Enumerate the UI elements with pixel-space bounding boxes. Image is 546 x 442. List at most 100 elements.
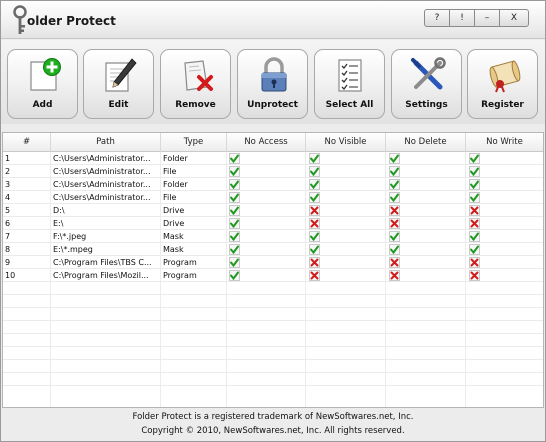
toolbar: Add Edit Remove Unprotect Select All Set… — [1, 40, 545, 124]
cell-num: 7 — [5, 232, 11, 241]
table-row[interactable]: 10 C:\Program Files\Mozil... Program — [3, 269, 543, 282]
cross-icon-no-write[interactable] — [469, 205, 480, 216]
edit-button[interactable]: Edit — [83, 49, 154, 119]
cell-num: 3 — [5, 180, 11, 189]
table-row[interactable]: 1 C:\Users\Administrator... Folder — [3, 152, 543, 165]
table-row[interactable]: 4 C:\Users\Administrator... File — [3, 191, 543, 204]
settings-button[interactable]: Settings — [391, 49, 462, 119]
check-icon-no-visible[interactable] — [309, 166, 320, 177]
check-icon-no-access[interactable] — [229, 179, 240, 190]
cross-icon-no-visible[interactable] — [309, 257, 320, 268]
table-row[interactable]: 7 F:\*.jpeg Mask — [3, 230, 543, 243]
table-row[interactable]: 9 C:\Program Files\TBS C... Program — [3, 256, 543, 269]
column-header-no-write[interactable]: No Write — [466, 133, 543, 152]
cell-num: 6 — [5, 219, 11, 228]
cell-num: 5 — [5, 206, 11, 215]
cell-type: Drive — [163, 206, 185, 215]
cell-type: Folder — [163, 180, 188, 189]
check-icon-no-access[interactable] — [229, 257, 240, 268]
table-row[interactable]: 8 E:\*.mpeg Mask — [3, 243, 543, 256]
check-icon-no-visible[interactable] — [309, 153, 320, 164]
check-icon-no-delete[interactable] — [389, 192, 400, 203]
footer: Folder Protect is a registered trademark… — [1, 408, 545, 441]
check-icon-no-visible[interactable] — [309, 231, 320, 242]
window-controls: ? ! – X — [424, 9, 529, 27]
help-button[interactable]: ? — [424, 9, 450, 27]
table-row[interactable]: 2 C:\Users\Administrator... File — [3, 165, 543, 178]
check-icon-no-write[interactable] — [469, 179, 480, 190]
check-icon-no-delete[interactable] — [389, 244, 400, 255]
check-icon-no-access[interactable] — [229, 218, 240, 229]
column-header-type[interactable]: Type — [161, 133, 227, 152]
table-row[interactable]: 6 E:\ Drive — [3, 217, 543, 230]
cell-num: 9 — [5, 258, 11, 267]
empty-row — [3, 282, 543, 295]
column-header-no-delete[interactable]: No Delete — [386, 133, 466, 152]
close-button[interactable]: X — [499, 9, 529, 27]
cell-path: C:\Users\Administrator... — [53, 167, 151, 176]
empty-row — [3, 347, 543, 360]
check-icon-no-write[interactable] — [469, 231, 480, 242]
check-icon-no-delete[interactable] — [389, 231, 400, 242]
empty-row — [3, 308, 543, 321]
check-icon-no-delete[interactable] — [389, 179, 400, 190]
minimize-button[interactable]: – — [474, 9, 500, 27]
table-row[interactable]: 3 C:\Users\Administrator... Folder — [3, 178, 543, 191]
check-icon-no-write[interactable] — [469, 166, 480, 177]
cross-icon-no-write[interactable] — [469, 218, 480, 229]
cross-icon-no-delete[interactable] — [389, 257, 400, 268]
cross-icon-no-write[interactable] — [469, 257, 480, 268]
cell-type: Program — [163, 258, 197, 267]
column-header-no-visible[interactable]: No Visible — [306, 133, 386, 152]
cross-icon-no-delete[interactable] — [389, 270, 400, 281]
check-icon-no-access[interactable] — [229, 153, 240, 164]
column-header-path[interactable]: Path — [51, 133, 161, 152]
cell-path: C:\Users\Administrator... — [53, 154, 151, 163]
cell-type: Folder — [163, 154, 188, 163]
cell-path: C:\Users\Administrator... — [53, 193, 151, 202]
title-bar[interactable]: older Protect ? ! – X — [1, 1, 545, 39]
cell-num: 2 — [5, 167, 11, 176]
cross-icon-no-visible[interactable] — [309, 218, 320, 229]
check-icon-no-write[interactable] — [469, 192, 480, 203]
check-icon-no-delete[interactable] — [389, 166, 400, 177]
cross-icon-no-delete[interactable] — [389, 205, 400, 216]
table-row[interactable]: 5 D:\ Drive — [3, 204, 543, 217]
check-icon-no-access[interactable] — [229, 244, 240, 255]
unprotect-label: Unprotect — [247, 100, 298, 110]
cell-path: E:\*.mpeg — [53, 245, 93, 254]
check-icon-no-delete[interactable] — [389, 153, 400, 164]
check-icon-no-access[interactable] — [229, 192, 240, 203]
check-icon-no-visible[interactable] — [309, 179, 320, 190]
remove-button[interactable]: Remove — [160, 49, 231, 119]
check-icon-no-access[interactable] — [229, 166, 240, 177]
protected-items-table[interactable]: # Path Type No Access No Visible No Dele… — [2, 132, 544, 408]
app-window: older Protect ? ! – X Add Edit Remove Un… — [0, 0, 546, 442]
info-button[interactable]: ! — [449, 9, 475, 27]
column-header-no-access[interactable]: No Access — [227, 133, 306, 152]
cross-icon-no-visible[interactable] — [309, 205, 320, 216]
check-icon-no-write[interactable] — [469, 244, 480, 255]
add-button[interactable]: Add — [7, 49, 78, 119]
check-icon-no-write[interactable] — [469, 153, 480, 164]
cross-icon-no-visible[interactable] — [309, 270, 320, 281]
check-icon-no-access[interactable] — [229, 205, 240, 216]
empty-row — [3, 334, 543, 347]
empty-row — [3, 295, 543, 308]
unprotect-button[interactable]: Unprotect — [237, 49, 308, 119]
check-icon-no-visible[interactable] — [309, 244, 320, 255]
select-all-button[interactable]: Select All — [314, 49, 385, 119]
check-icon-no-access[interactable] — [229, 231, 240, 242]
check-icon-no-visible[interactable] — [309, 192, 320, 203]
cross-icon-no-write[interactable] — [469, 270, 480, 281]
cell-path: C:\Program Files\Mozil... — [53, 271, 149, 280]
cell-num: 4 — [5, 193, 11, 202]
check-icon-no-access[interactable] — [229, 270, 240, 281]
tools-icon — [411, 57, 446, 90]
scroll-icon — [489, 60, 521, 93]
register-button[interactable]: Register — [467, 49, 538, 119]
add-document-icon — [30, 58, 61, 91]
remove-icon — [184, 60, 213, 91]
cross-icon-no-delete[interactable] — [389, 218, 400, 229]
column-header-number[interactable]: # — [3, 133, 51, 152]
